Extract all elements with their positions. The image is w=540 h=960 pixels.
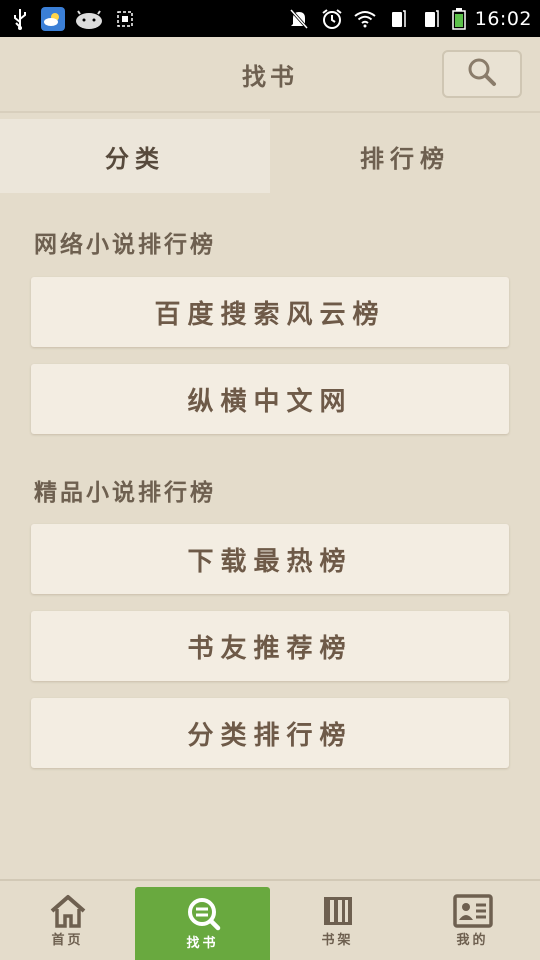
nav-bookshelf-label: 书架: [321, 933, 354, 948]
sim1-icon: [386, 7, 410, 31]
tab-category[interactable]: 分类: [0, 119, 270, 193]
nav-profile[interactable]: 我的: [405, 881, 540, 960]
android-icon: [74, 7, 104, 31]
home-icon: [48, 893, 88, 929]
ranking-zongheng-button[interactable]: 纵横中文网: [31, 364, 509, 434]
find-book-icon: [183, 896, 223, 932]
status-bar: 16:02: [0, 0, 540, 37]
bookshelf-icon: [318, 893, 358, 929]
usb-icon: [8, 7, 32, 31]
alarm-icon: [320, 7, 344, 31]
ranking-download-button[interactable]: 下载最热榜: [31, 524, 509, 594]
tab-ranking[interactable]: 排行榜: [270, 119, 540, 193]
screenshot-icon: [113, 7, 137, 31]
search-icon: [467, 57, 497, 91]
sim2-icon: [419, 7, 443, 31]
status-bar-left: [8, 6, 137, 31]
nav-home[interactable]: 首页: [0, 881, 135, 960]
status-time: 16:02: [474, 7, 532, 30]
status-bar-right: 16:02: [287, 7, 532, 31]
ranking-recommend-button[interactable]: 书友推荐榜: [31, 611, 509, 681]
nav-bookshelf[interactable]: 书架: [270, 881, 405, 960]
ranking-category-button[interactable]: 分类排行榜: [31, 698, 509, 768]
battery-icon: [451, 7, 466, 31]
mute-icon: [287, 7, 311, 31]
tab-bar: 分类 排行榜: [0, 119, 540, 193]
profile-icon: [452, 893, 493, 929]
weather-icon: [41, 6, 65, 31]
nav-home-label: 首页: [51, 933, 84, 948]
section-title-web-novels: 网络小说排行榜: [34, 232, 216, 258]
app-header: 找书: [0, 37, 540, 113]
nav-profile-label: 我的: [456, 933, 489, 948]
wifi-icon: [353, 7, 377, 31]
ranking-baidu-button[interactable]: 百度搜索风云榜: [31, 277, 509, 347]
section-title-premium-novels: 精品小说排行榜: [34, 480, 216, 506]
nav-find-book-label: 找书: [186, 936, 219, 951]
search-button[interactable]: [442, 50, 522, 98]
nav-find-book[interactable]: 找书: [135, 887, 270, 960]
bottom-nav: 首页 找书 书架 我的: [0, 879, 540, 960]
